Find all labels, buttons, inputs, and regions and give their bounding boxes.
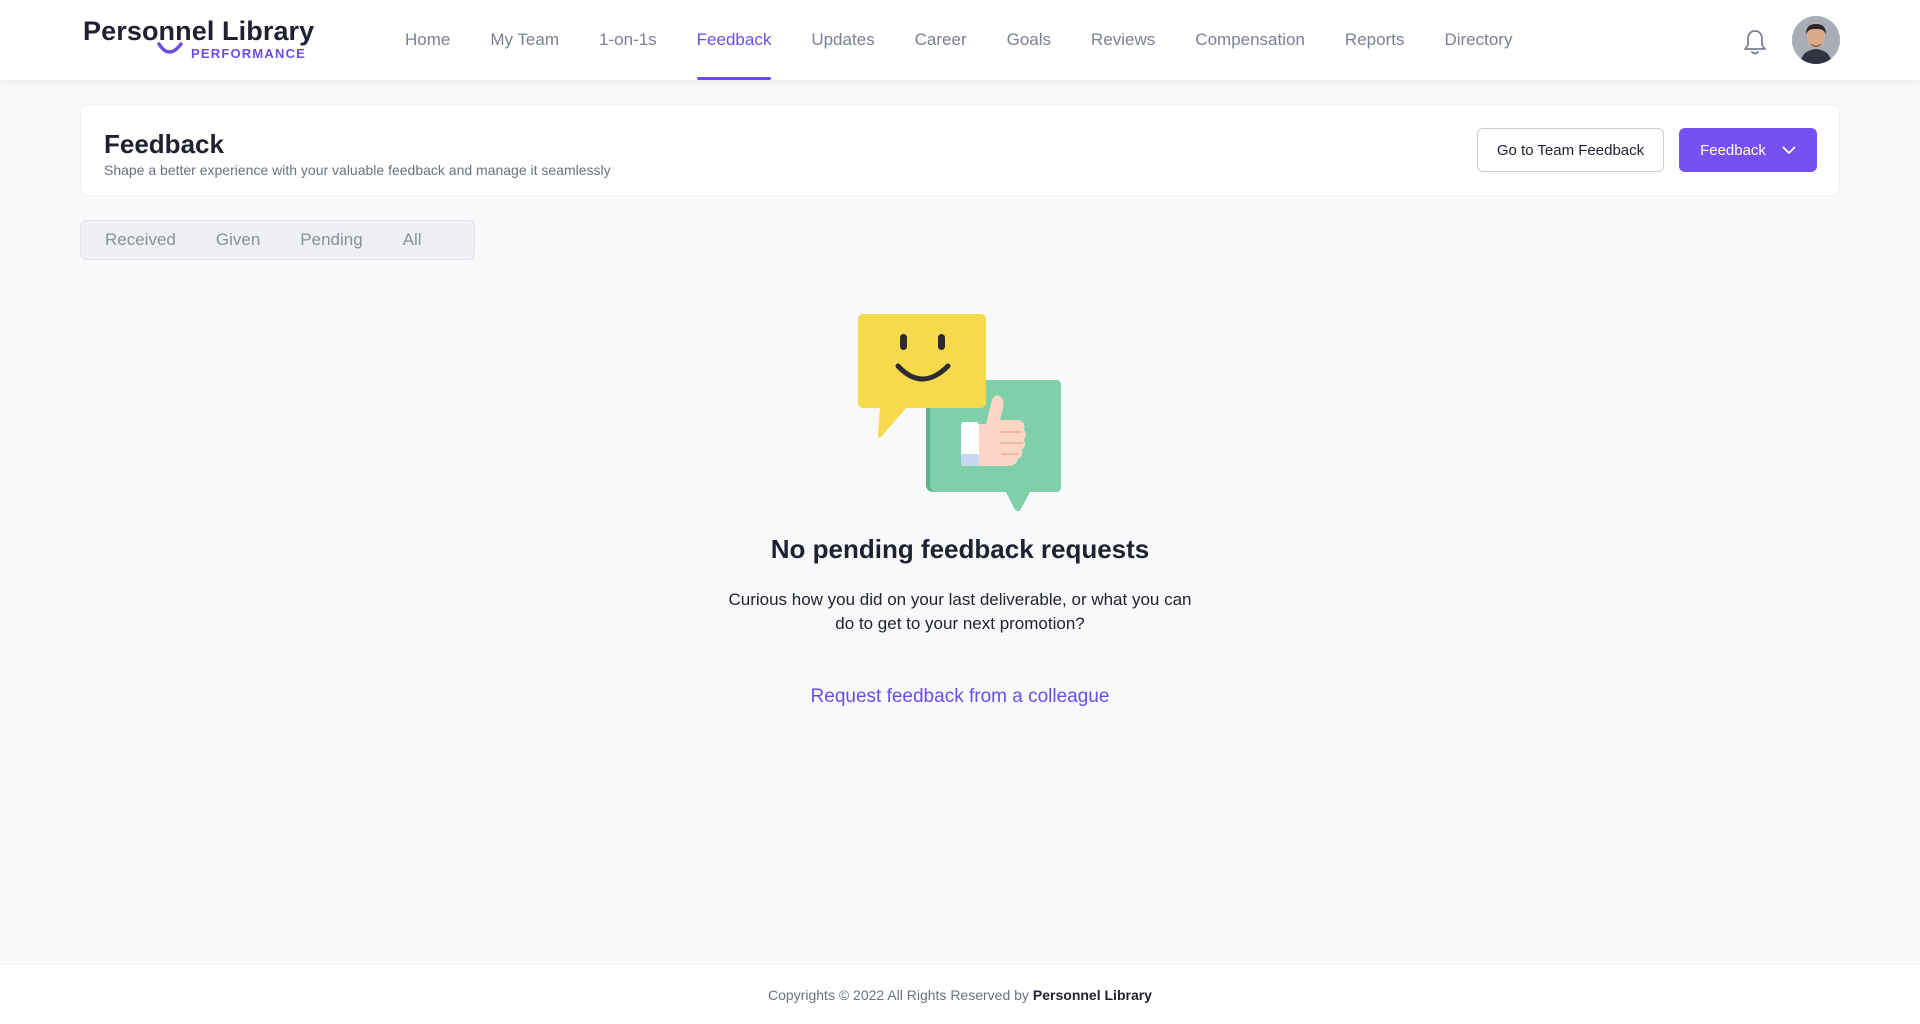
nav-item-directory[interactable]: Directory xyxy=(1424,0,1532,80)
nav-item-compensation[interactable]: Compensation xyxy=(1175,0,1325,80)
footer-brand: Personnel Library xyxy=(1032,986,1152,1003)
page-title: Feedback xyxy=(104,129,224,159)
brand-subtitle: PERFORMANCE xyxy=(191,46,307,61)
user-avatar-icon xyxy=(1792,16,1840,64)
nav-item-career[interactable]: Career xyxy=(895,0,987,80)
tab-all[interactable]: All xyxy=(383,220,442,260)
tab-given[interactable]: Given xyxy=(196,220,280,260)
top-navigation-bar: Personnel Library PERFORMANCE Home My Te… xyxy=(0,0,1920,80)
page-header-card: Feedback Shape a better experience with … xyxy=(80,104,1840,196)
feedback-button-label: Feedback xyxy=(1700,141,1766,159)
footer-copyright: Copyrights © 2022 All Rights Reserved by xyxy=(768,986,1029,1003)
nav-item-1-on-1s[interactable]: 1-on-1s xyxy=(579,0,677,80)
page-subtitle: Shape a better experience with your valu… xyxy=(104,162,611,178)
user-avatar[interactable] xyxy=(1792,16,1840,64)
bell-icon[interactable] xyxy=(1742,28,1768,56)
tab-pending[interactable]: Pending xyxy=(280,220,382,260)
page-footer: Copyrights © 2022 All Rights Reserved by… xyxy=(0,964,1920,1024)
feedback-chat-bubbles-icon xyxy=(858,314,1061,512)
go-to-team-feedback-button[interactable]: Go to Team Feedback xyxy=(1477,128,1664,172)
nav-item-reports[interactable]: Reports xyxy=(1325,0,1425,80)
feedback-tabs: Received Given Pending All xyxy=(80,220,475,260)
tab-received[interactable]: Received xyxy=(85,220,196,260)
request-feedback-link[interactable]: Request feedback from a colleague xyxy=(0,686,1920,708)
nav-item-goals[interactable]: Goals xyxy=(987,0,1071,80)
brand-logo[interactable]: Personnel Library PERFORMANCE xyxy=(83,16,314,64)
feedback-dropdown-button[interactable]: Feedback xyxy=(1679,128,1817,172)
nav-item-updates[interactable]: Updates xyxy=(791,0,894,80)
nav-item-feedback[interactable]: Feedback xyxy=(677,0,792,80)
nav-item-my-team[interactable]: My Team xyxy=(470,0,579,80)
main-nav: Home My Team 1-on-1s Feedback Updates Ca… xyxy=(385,0,1532,80)
nav-item-reviews[interactable]: Reviews xyxy=(1071,0,1175,80)
nav-item-home[interactable]: Home xyxy=(385,0,470,80)
empty-state-title: No pending feedback requests xyxy=(770,534,1150,564)
empty-state-description: Curious how you did on your last deliver… xyxy=(728,590,1192,633)
chevron-down-icon xyxy=(1782,146,1796,154)
